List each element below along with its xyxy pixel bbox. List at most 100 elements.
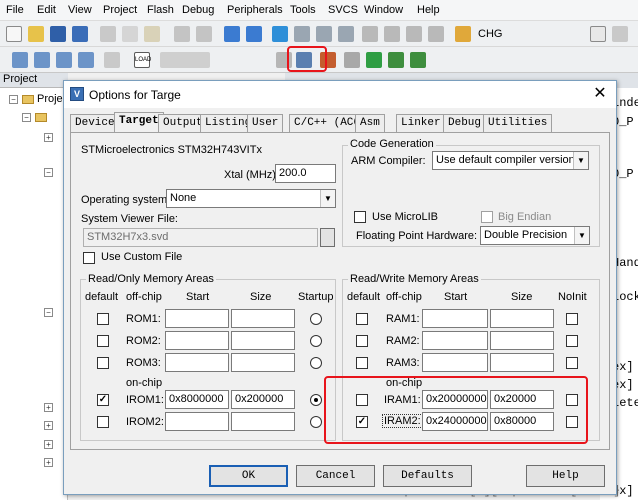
cancel-button[interactable]: Cancel	[296, 465, 375, 487]
irom1-size-input[interactable]: 0x200000	[231, 390, 295, 409]
arm-compiler-select[interactable]: Use default compiler version 6 ▼	[432, 151, 589, 170]
tab-device[interactable]: Device	[70, 114, 120, 132]
redo-icon[interactable]	[196, 26, 212, 42]
comment-icon[interactable]	[406, 26, 422, 42]
select-packs-icon[interactable]	[388, 52, 404, 68]
tab-user[interactable]: User	[247, 114, 284, 132]
bookmark-next-icon[interactable]	[316, 26, 332, 42]
translate-icon[interactable]	[12, 52, 28, 68]
rom3-default-checkbox[interactable]	[97, 357, 109, 369]
manage-rte-icon[interactable]	[410, 52, 426, 68]
tree-expander-4[interactable]: −	[44, 308, 53, 317]
ram3-size-input[interactable]	[490, 353, 554, 372]
ram2-default-checkbox[interactable]	[356, 335, 368, 347]
use-custom-file-checkbox[interactable]	[83, 252, 95, 264]
ram1-noinit-checkbox[interactable]	[566, 313, 578, 325]
menu-svcs[interactable]: SVCS	[328, 4, 358, 16]
irom2-startup-radio[interactable]	[310, 416, 322, 428]
indent-icon[interactable]	[362, 26, 378, 42]
tree-expander-5[interactable]: +	[44, 403, 53, 412]
menu-window[interactable]: Window	[364, 4, 403, 16]
copy-icon[interactable]	[122, 26, 138, 42]
open-folder-icon[interactable]	[28, 26, 44, 42]
rom1-size-input[interactable]	[231, 309, 295, 328]
tab-utilities[interactable]: Utilities	[483, 114, 553, 132]
rom2-startup-radio[interactable]	[310, 335, 322, 347]
close-icon[interactable]: ✕	[590, 85, 610, 105]
big-endian-checkbox[interactable]	[481, 211, 493, 223]
tab-linker[interactable]: Linker	[396, 114, 446, 132]
paste-icon[interactable]	[144, 26, 160, 42]
tree-expander-7[interactable]: +	[44, 440, 53, 449]
ram3-start-input[interactable]	[422, 353, 488, 372]
undo-icon[interactable]	[174, 26, 190, 42]
ram1-size-input[interactable]	[490, 309, 554, 328]
batch-build-icon[interactable]	[78, 52, 94, 68]
irom1-start-input[interactable]: 0x8000000	[165, 390, 229, 409]
tree-expander-8[interactable]: +	[44, 458, 53, 467]
bookmark-icon[interactable]	[272, 26, 288, 42]
rom2-default-checkbox[interactable]	[97, 335, 109, 347]
uncomment-icon[interactable]	[428, 26, 444, 42]
unindent-icon[interactable]	[384, 26, 400, 42]
tree-expander-3[interactable]: −	[44, 168, 53, 177]
build-icon[interactable]	[34, 52, 50, 68]
menu-debug[interactable]: Debug	[182, 4, 214, 16]
bookmark-clear-icon[interactable]	[338, 26, 354, 42]
menu-tools[interactable]: Tools	[290, 4, 316, 16]
save-all-icon[interactable]	[72, 26, 88, 42]
nav-back-icon[interactable]	[224, 26, 240, 42]
load-icon[interactable]: LOAD	[134, 52, 151, 68]
menu-file[interactable]: File	[6, 4, 24, 16]
window-icon[interactable]	[612, 26, 628, 42]
rom3-startup-radio[interactable]	[310, 357, 322, 369]
irom2-start-input[interactable]	[165, 412, 229, 431]
tree-expander-6[interactable]: +	[44, 421, 53, 430]
find-in-files-icon[interactable]	[455, 26, 471, 42]
save-icon[interactable]	[50, 26, 66, 42]
dropdown-icon[interactable]	[590, 26, 606, 42]
irom1-startup-radio[interactable]	[310, 394, 322, 406]
project-root-label[interactable]: Proje	[37, 93, 63, 105]
new-file-icon[interactable]	[6, 26, 22, 42]
tree-expander-2[interactable]: +	[44, 133, 53, 142]
menu-project[interactable]: Project	[103, 4, 137, 16]
rom2-start-input[interactable]	[165, 331, 229, 350]
tab-asm[interactable]: Asm	[355, 114, 385, 132]
menu-view[interactable]: View	[68, 4, 92, 16]
target-select-blurred[interactable]	[160, 52, 210, 68]
defaults-button[interactable]: Defaults	[383, 465, 472, 487]
fp-hardware-select[interactable]: Double Precision ▼	[480, 226, 590, 245]
os-select[interactable]: None ▼	[166, 189, 336, 208]
tree-expander-root[interactable]: −	[9, 95, 18, 104]
rom1-default-checkbox[interactable]	[97, 313, 109, 325]
svf-input[interactable]: STM32H7x3.svd	[83, 228, 318, 247]
ram1-default-checkbox[interactable]	[356, 313, 368, 325]
rebuild-icon[interactable]	[56, 52, 72, 68]
rom2-size-input[interactable]	[231, 331, 295, 350]
cut-icon[interactable]	[100, 26, 116, 42]
tree-expander-1[interactable]: −	[22, 113, 31, 122]
ram2-noinit-checkbox[interactable]	[566, 335, 578, 347]
rom1-startup-radio[interactable]	[310, 313, 322, 325]
stop-build-icon[interactable]	[104, 52, 120, 68]
irom2-default-checkbox[interactable]	[97, 416, 109, 428]
menu-flash[interactable]: Flash	[147, 4, 174, 16]
tab-target[interactable]: Target	[114, 112, 164, 133]
pack-installer-icon[interactable]	[366, 52, 382, 68]
svf-browse-button[interactable]	[320, 228, 335, 247]
tab-debug[interactable]: Debug	[443, 114, 487, 132]
ram3-default-checkbox[interactable]	[356, 357, 368, 369]
ram3-noinit-checkbox[interactable]	[566, 357, 578, 369]
menu-peripherals[interactable]: Peripherals	[227, 4, 283, 16]
bookmark-prev-icon[interactable]	[294, 26, 310, 42]
help-button[interactable]: Help	[526, 465, 605, 487]
menu-edit[interactable]: Edit	[37, 4, 56, 16]
file-extensions-icon[interactable]	[344, 52, 360, 68]
irom1-default-checkbox[interactable]: ✓	[97, 394, 109, 406]
rom3-start-input[interactable]	[165, 353, 229, 372]
ram1-start-input[interactable]	[422, 309, 488, 328]
ram2-start-input[interactable]	[422, 331, 488, 350]
menu-help[interactable]: Help	[417, 4, 440, 16]
rom3-size-input[interactable]	[231, 353, 295, 372]
